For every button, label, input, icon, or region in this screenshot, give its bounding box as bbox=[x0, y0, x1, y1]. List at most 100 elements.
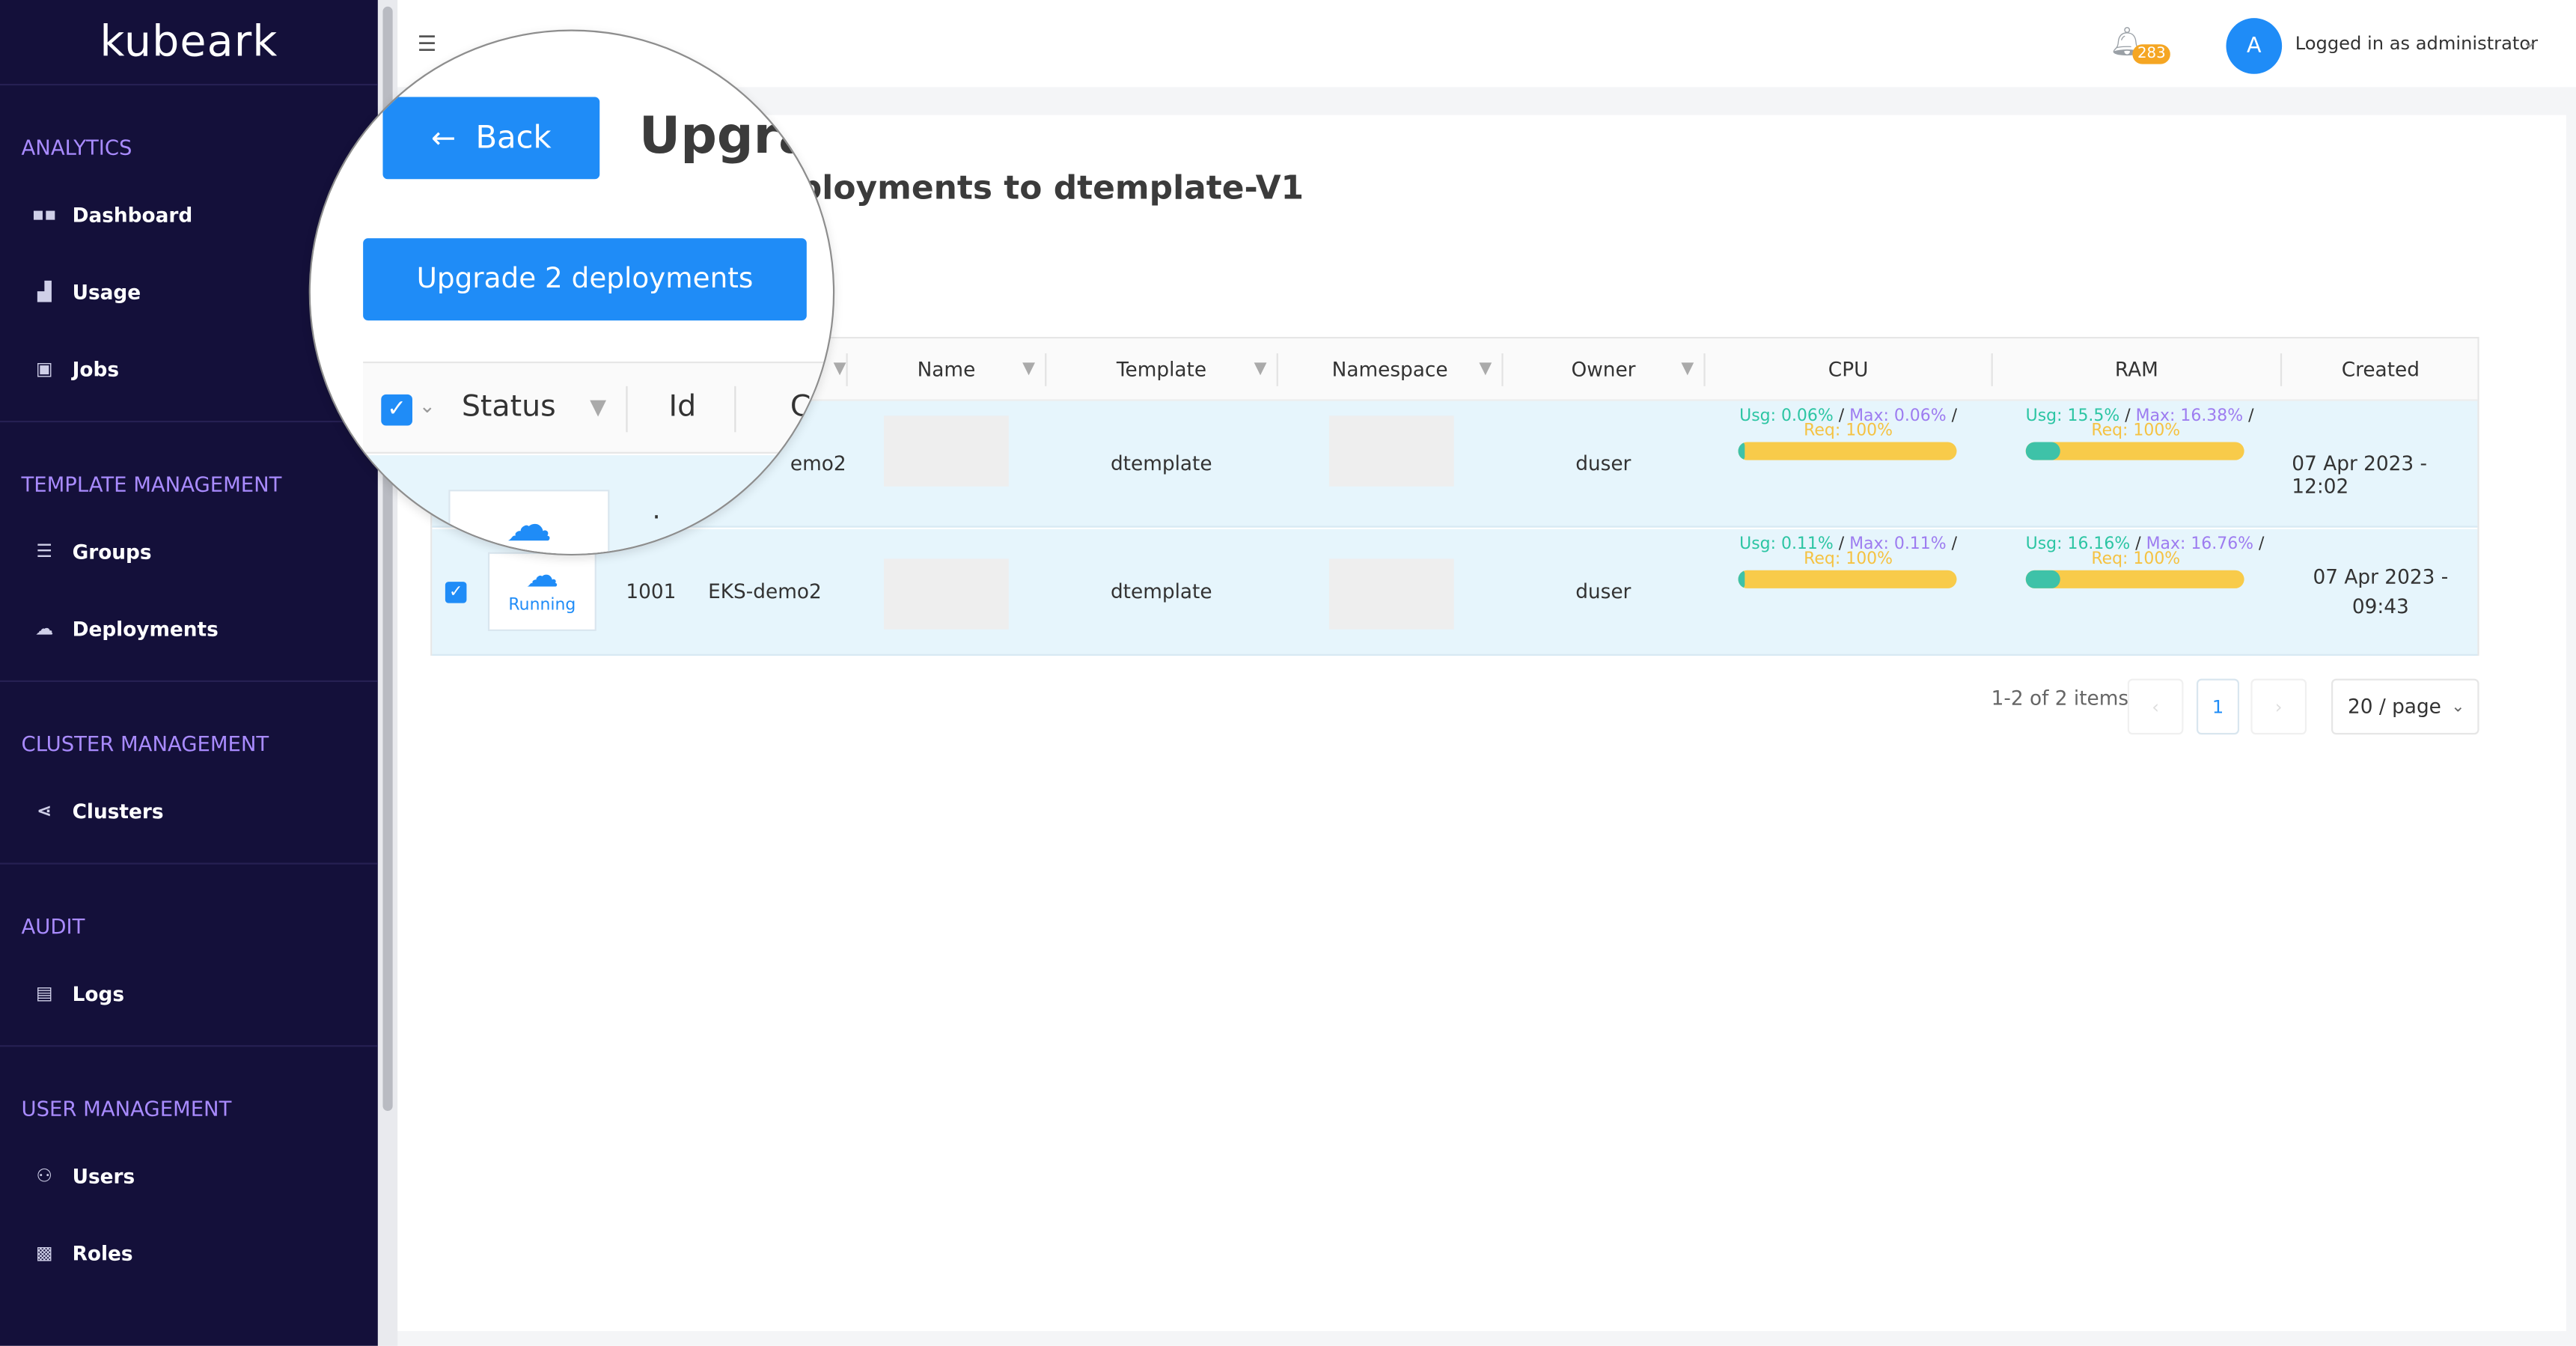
cpu-usage-fill bbox=[1738, 570, 1745, 588]
filter-icon[interactable]: ▼ bbox=[1254, 360, 1267, 378]
sidebar-section-template-management: TEMPLATE MANAGEMENT ☰ Groups ☁ Deploymen… bbox=[0, 422, 378, 683]
sidebar-item-users[interactable]: ⚇ Users bbox=[0, 1137, 378, 1214]
status-badge: ☁ Running bbox=[487, 552, 596, 631]
cloud-icon: ☁ bbox=[35, 618, 54, 639]
cpu-usage-bar bbox=[1738, 442, 1957, 460]
user-menu-label[interactable]: Logged in as administrator bbox=[2295, 33, 2538, 55]
clipboard-icon: ▤ bbox=[35, 982, 53, 1005]
app-logo[interactable]: kubeark bbox=[0, 0, 378, 86]
back-button[interactable]: ← Back bbox=[382, 97, 600, 180]
template-cell: dtemplate bbox=[1110, 579, 1212, 603]
sidebar-item-label: Usage bbox=[72, 280, 141, 304]
menu-toggle-icon[interactable]: ☰ bbox=[418, 33, 437, 58]
column-label: Created bbox=[2341, 358, 2420, 382]
cpu-usage-fill bbox=[1738, 442, 1745, 460]
column-divider bbox=[626, 386, 628, 433]
cloud-lightning-icon: ☁ bbox=[506, 498, 552, 552]
row-checkbox[interactable]: ✓ bbox=[445, 582, 467, 603]
chevron-down-icon[interactable]: ⌄ bbox=[419, 395, 436, 418]
section-title: CLUSTER MANAGEMENT bbox=[21, 731, 269, 756]
select-all-checkbox[interactable]: ✓ bbox=[381, 394, 412, 426]
page-size-value: 20 / page bbox=[2347, 695, 2441, 719]
filter-icon[interactable]: ▼ bbox=[834, 360, 846, 378]
sidebar-section-user-management: USER MANAGEMENT ⚇ Users ▩ Roles bbox=[0, 1047, 378, 1305]
column-label: Namespace bbox=[1331, 358, 1448, 382]
page-number-button[interactable]: 1 bbox=[2196, 678, 2240, 735]
cloud-lightning-icon: ☁ bbox=[525, 555, 559, 595]
filter-icon[interactable]: ▼ bbox=[1681, 360, 1694, 378]
sidebar-item-label: Users bbox=[72, 1164, 135, 1188]
zoomed-table-header: ✓ ⌄ Status ▼ Id C bbox=[363, 361, 833, 454]
next-page-button[interactable]: › bbox=[2250, 678, 2307, 735]
jobs-icon: ▣ bbox=[35, 358, 53, 380]
sidebar-item-label: Dashboard bbox=[72, 203, 193, 226]
upgrade-deployments-button[interactable]: Upgrade 2 deployments bbox=[363, 238, 807, 321]
column-header-id[interactable]: Id bbox=[668, 389, 696, 424]
section-title: ANALYTICS bbox=[21, 135, 132, 159]
cpu-metric: Usg: 0.11% / Max: 0.11% / Req: 100% bbox=[1738, 536, 1959, 588]
ram-metric: Usg: 15.5% / Max: 16.38% / Req: 100% bbox=[2025, 407, 2254, 460]
column-divider bbox=[734, 386, 736, 433]
column-header-namespace[interactable]: Namespace ▼ bbox=[1278, 338, 1502, 401]
chevron-down-icon[interactable]: ⌄ bbox=[2522, 31, 2537, 53]
page-subtitle: ployments to dtemplate-V1 bbox=[798, 167, 1304, 207]
column-header-created: Created bbox=[2282, 338, 2479, 401]
sidebar-item-deployments[interactable]: ☁ Deployments bbox=[0, 590, 378, 667]
section-title: USER MANAGEMENT bbox=[21, 1096, 232, 1121]
groups-icon: ☰ bbox=[36, 540, 53, 562]
roles-icon: ▩ bbox=[35, 1242, 53, 1264]
column-header-template[interactable]: Template ▼ bbox=[1046, 338, 1276, 401]
filter-icon[interactable]: ▼ bbox=[1479, 360, 1492, 378]
column-label: Name bbox=[917, 358, 976, 382]
name-placeholder bbox=[884, 415, 1009, 487]
zoomed-table-row[interactable]: ☁ · bbox=[363, 455, 833, 554]
chart-icon: ▟ bbox=[37, 281, 52, 302]
status-badge: ☁ bbox=[448, 490, 610, 554]
prev-page-button[interactable]: ‹ bbox=[2127, 678, 2184, 735]
sidebar: kubeark ANALYTICS ▪▪ Dashboard ▟ Usage ▣… bbox=[0, 0, 378, 1346]
namespace-placeholder bbox=[1328, 558, 1454, 630]
top-header: ☰ 🔔︎ 283 A Logged in as administrator ⌄ bbox=[397, 0, 2576, 88]
cluster-cell: EKS-demo2 bbox=[708, 579, 822, 603]
column-label: Owner bbox=[1571, 358, 1636, 382]
zoom-magnifier: ← Back Upgra Upgrade 2 deployments ✓ ⌄ S… bbox=[308, 29, 835, 555]
avatar[interactable]: A bbox=[2226, 18, 2283, 74]
column-label: RAM bbox=[2114, 358, 2158, 382]
back-label: Back bbox=[475, 120, 552, 156]
sidebar-item-label: Clusters bbox=[72, 799, 164, 823]
column-header-ram: RAM bbox=[1993, 338, 2280, 401]
sidebar-item-groups[interactable]: ☰ Groups bbox=[0, 513, 378, 590]
sidebar-item-logs[interactable]: ▤ Logs bbox=[0, 954, 378, 1032]
section-title: AUDIT bbox=[21, 913, 85, 939]
app-root: kubeark ANALYTICS ▪▪ Dashboard ▟ Usage ▣… bbox=[0, 0, 2576, 1346]
row-separator-dot: · bbox=[652, 501, 661, 533]
section-title: TEMPLATE MANAGEMENT bbox=[21, 472, 282, 496]
cpu-usage-bar bbox=[1738, 570, 1957, 588]
pagination-summary: 1-2 of 2 items bbox=[1991, 686, 2129, 710]
ram-usage-bar bbox=[2025, 570, 2244, 588]
ram-usage-fill bbox=[2025, 570, 2061, 588]
sidebar-item-roles[interactable]: ▩ Roles bbox=[0, 1214, 378, 1291]
name-placeholder bbox=[884, 558, 1009, 630]
filter-icon[interactable]: ▼ bbox=[590, 396, 606, 421]
column-header-status[interactable]: Status bbox=[462, 389, 556, 424]
users-icon: ⚇ bbox=[36, 1165, 53, 1187]
sidebar-item-label: Logs bbox=[72, 981, 125, 1005]
filter-icon[interactable]: ▼ bbox=[1022, 360, 1035, 378]
column-header-cluster[interactable]: C bbox=[790, 389, 811, 424]
page-size-select[interactable]: 20 / page ⌄ bbox=[2331, 678, 2479, 735]
id-cell: 1001 bbox=[626, 579, 677, 603]
created-cell: 07 Apr 2023 - 12:02 bbox=[2292, 451, 2428, 499]
template-cell: dtemplate bbox=[1110, 451, 1212, 475]
page-title: Upgra bbox=[638, 106, 814, 166]
created-date: 07 Apr 2023 - bbox=[2313, 565, 2449, 588]
sidebar-item-clusters[interactable]: ⋖ Clusters bbox=[0, 773, 378, 850]
created-time: 09:43 bbox=[2351, 594, 2409, 618]
owner-cell: duser bbox=[1575, 451, 1632, 475]
chevron-down-icon: ⌄ bbox=[2451, 697, 2465, 716]
cpu-metric: Usg: 0.06% / Max: 0.06% / Req: 100% bbox=[1738, 407, 1959, 460]
column-header-name[interactable]: Name ▼ bbox=[848, 338, 1045, 401]
sidebar-item-label: Jobs bbox=[72, 357, 120, 381]
column-header-owner[interactable]: Owner ▼ bbox=[1504, 338, 1704, 401]
arrow-left-icon: ← bbox=[430, 121, 457, 156]
